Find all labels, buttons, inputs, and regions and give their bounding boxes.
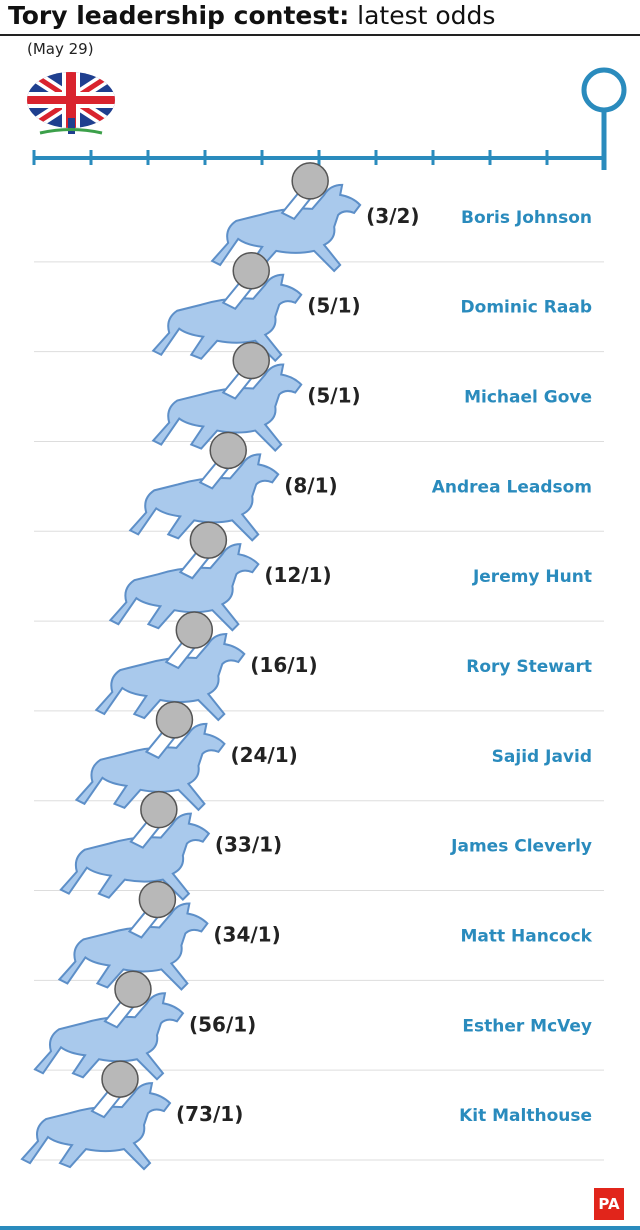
jockey-face-icon: [138, 880, 177, 919]
candidate-name-label: Kit Malthouse: [459, 1106, 592, 1126]
odds-label: (56/1): [189, 1012, 256, 1036]
jockey-face-icon: [140, 790, 178, 829]
odds-label: (33/1): [215, 833, 282, 857]
horse-mark: [210, 162, 362, 273]
jockey-face-icon: [155, 701, 194, 739]
odds-label: (73/1): [176, 1102, 243, 1126]
jockey-face-icon: [101, 1060, 139, 1098]
racehorse-icon: [20, 1082, 172, 1171]
candidate-name-label: Boris Johnson: [461, 208, 592, 228]
candidate-name-label: Dominic Raab: [461, 298, 592, 318]
jockey-face-icon: [291, 162, 329, 200]
candidate-name-label: James Cleverly: [450, 837, 592, 857]
horse-mark: [33, 970, 185, 1081]
pa-logo: PA: [594, 1188, 624, 1220]
horse-mark: [108, 521, 260, 632]
candidate-name-label: Andrea Leadsom: [432, 477, 592, 497]
odds-label: (8/1): [284, 473, 337, 497]
racehorse-icon: [59, 812, 211, 902]
odds-label: (24/1): [230, 743, 297, 767]
racehorse-icon: [210, 183, 362, 273]
horse-mark: [59, 790, 211, 902]
odds-label: (5/1): [307, 294, 360, 318]
odds-label: (3/2): [366, 204, 419, 228]
jockey-face-icon: [189, 521, 228, 559]
jockey-face-icon: [232, 251, 270, 290]
racehorse-icon: [151, 273, 303, 363]
candidate-name-label: Michael Gove: [464, 388, 592, 408]
race-chart: (3/2) Boris Johnson (5/1) Dominic Raab (5/1)…: [20, 67, 627, 1171]
union-jack-tree-logo: [27, 72, 115, 135]
candidate-name-label: Sajid Javid: [492, 747, 592, 767]
jockey-face-icon: [232, 341, 270, 380]
odds-label: (12/1): [264, 563, 331, 587]
bottom-rule: [0, 1226, 640, 1230]
candidate-name-label: Rory Stewart: [466, 657, 592, 677]
odds-label: (16/1): [250, 653, 317, 677]
jockey-face-icon: [209, 431, 247, 470]
horse-mark: [151, 251, 303, 363]
odds-label: (5/1): [307, 384, 360, 408]
jockey-face-icon: [114, 970, 152, 1009]
jockey-face-icon: [175, 611, 214, 649]
horse-mark: [20, 1060, 172, 1171]
candidate-name-label: Esther McVey: [462, 1016, 592, 1036]
race-track: [32, 150, 604, 165]
odds-label: (34/1): [213, 922, 280, 946]
candidate-name-label: Matt Hancock: [460, 926, 592, 946]
finish-post-icon: [581, 67, 627, 170]
candidate-name-label: Jeremy Hunt: [472, 567, 592, 587]
